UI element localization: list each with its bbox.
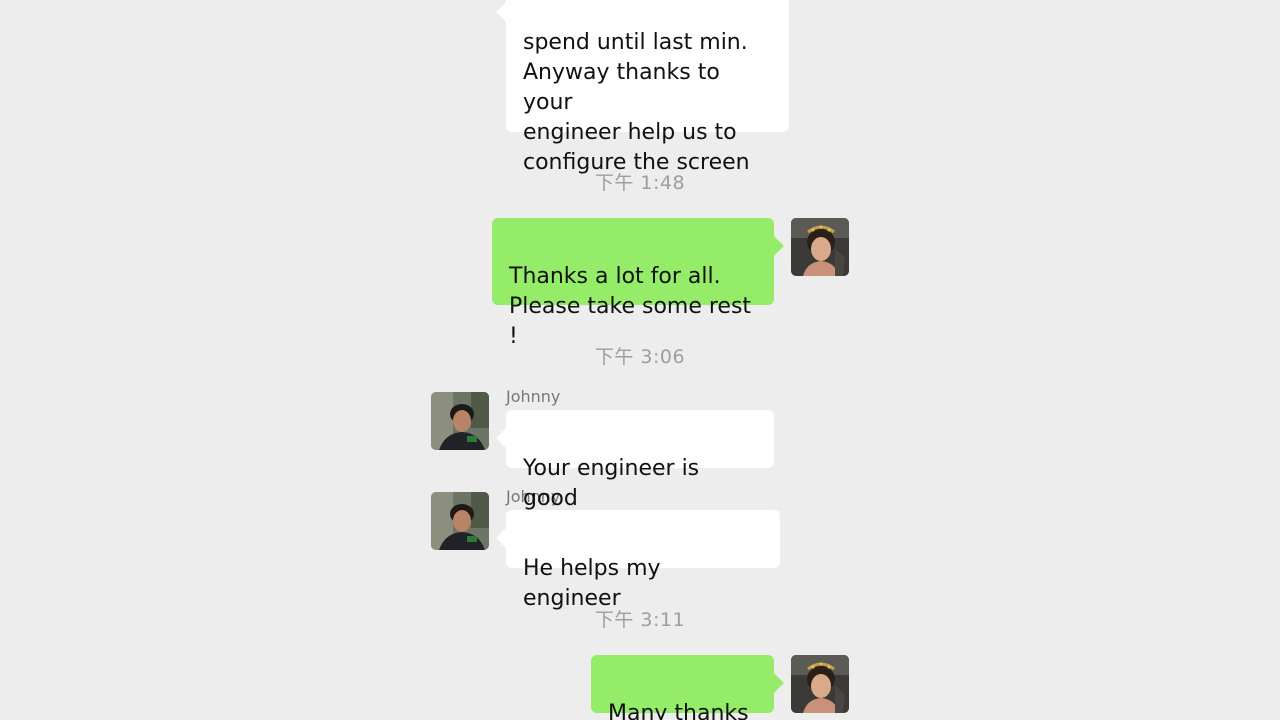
message-text: Thanks a lot for all. Please take some r…	[509, 264, 752, 349]
outgoing-message-bubble[interactable]: Many thanks !	[591, 655, 774, 720]
message-timestamp: 下午 3:06	[594, 346, 686, 368]
incoming-message-bubble[interactable]: spend until last min. Anyway thanks to y…	[506, 0, 789, 175]
self-avatar[interactable]	[791, 655, 849, 713]
message-text: Many thanks !	[608, 701, 749, 720]
chat-view[interactable]: spend until last min. Anyway thanks to y…	[0, 0, 1280, 720]
man-portrait-avatar-icon	[431, 492, 489, 550]
woman-portrait-avatar-icon	[791, 655, 849, 713]
contact-avatar[interactable]	[431, 392, 489, 450]
man-portrait-avatar-icon	[431, 392, 489, 450]
message-text: He helps my engineer	[523, 556, 661, 611]
outgoing-message-bubble[interactable]: Thanks a lot for all. Please take some r…	[492, 218, 774, 349]
incoming-message-bubble[interactable]: Your engineer is good	[506, 410, 774, 511]
message-timestamp: 下午 3:11	[594, 609, 686, 631]
message-text: spend until last min. Anyway thanks to y…	[523, 30, 750, 175]
self-avatar[interactable]	[791, 218, 849, 276]
contact-avatar[interactable]	[431, 492, 489, 550]
woman-portrait-avatar-icon	[791, 218, 849, 276]
message-text: Your engineer is good	[523, 456, 700, 511]
sender-name: Johnny	[506, 387, 561, 406]
incoming-message-bubble[interactable]: He helps my engineer	[506, 510, 780, 611]
